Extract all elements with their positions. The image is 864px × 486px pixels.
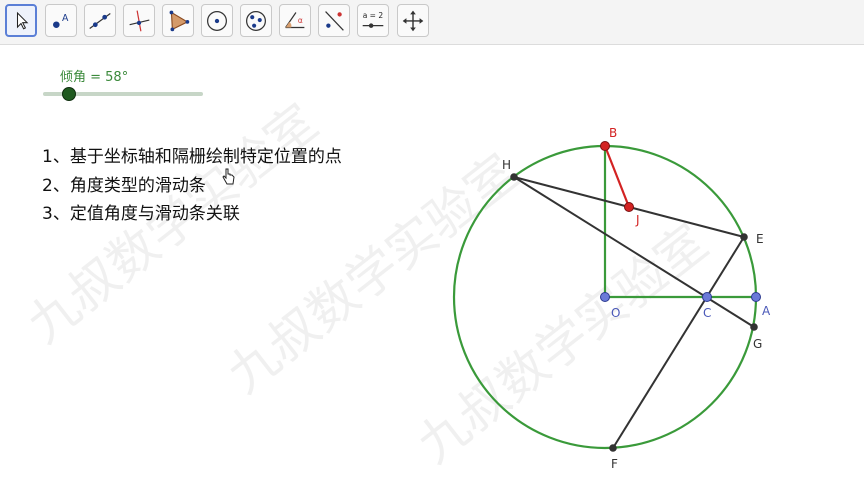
polygon-icon xyxy=(169,10,190,32)
point-icon: A xyxy=(53,13,69,28)
move-graphics-icon xyxy=(402,10,424,32)
point-h[interactable] xyxy=(510,173,518,181)
slider-tool-button[interactable]: a = 2 xyxy=(357,4,389,37)
circle-tool-button[interactable] xyxy=(201,4,233,37)
angle-tool-button[interactable]: α xyxy=(279,4,311,37)
point-tool-button[interactable]: A xyxy=(45,4,77,37)
perpendicular-line-tool-button[interactable] xyxy=(123,4,155,37)
point-g[interactable] xyxy=(750,323,758,331)
label-g: G xyxy=(753,337,762,351)
circle-three-points-tool-button[interactable] xyxy=(240,4,272,37)
segment-hg[interactable] xyxy=(513,176,755,328)
slider-icon: a = 2 xyxy=(362,11,384,28)
arrow-cursor-icon xyxy=(16,11,29,30)
label-b: B xyxy=(609,126,617,140)
reflect-tool-button[interactable] xyxy=(318,4,350,37)
svg-text:α: α xyxy=(298,16,303,25)
angle-icon: α xyxy=(285,12,305,29)
segment-ef[interactable] xyxy=(612,236,745,449)
point-b[interactable] xyxy=(600,141,610,151)
graphics-view[interactable]: B J H E G F O C A xyxy=(0,44,864,486)
line-tool-button[interactable] xyxy=(84,4,116,37)
line-icon xyxy=(89,12,111,29)
circle-center-point-icon xyxy=(207,10,227,31)
label-a: A xyxy=(762,304,771,318)
point-o[interactable] xyxy=(600,292,610,302)
label-j: J xyxy=(635,213,640,227)
svg-text:a = 2: a = 2 xyxy=(363,11,384,20)
point-f[interactable] xyxy=(609,444,617,452)
point-a[interactable] xyxy=(751,292,761,302)
label-e: E xyxy=(756,232,764,246)
move-view-tool-button[interactable] xyxy=(397,4,429,37)
label-c: C xyxy=(703,306,711,320)
reflect-icon xyxy=(325,11,344,31)
toolbar: A α a = 2 xyxy=(0,0,864,45)
label-h: H xyxy=(502,158,511,172)
point-e[interactable] xyxy=(740,233,748,241)
segment-bj[interactable] xyxy=(603,145,631,208)
label-o: O xyxy=(611,306,620,320)
point-c[interactable] xyxy=(702,292,712,302)
circle-three-points-icon xyxy=(246,10,266,31)
move-tool-button[interactable] xyxy=(5,4,37,37)
label-f: F xyxy=(611,457,618,471)
perpendicular-icon xyxy=(129,10,150,32)
polygon-tool-button[interactable] xyxy=(162,4,194,37)
point-j[interactable] xyxy=(624,202,634,212)
svg-text:A: A xyxy=(62,13,69,24)
